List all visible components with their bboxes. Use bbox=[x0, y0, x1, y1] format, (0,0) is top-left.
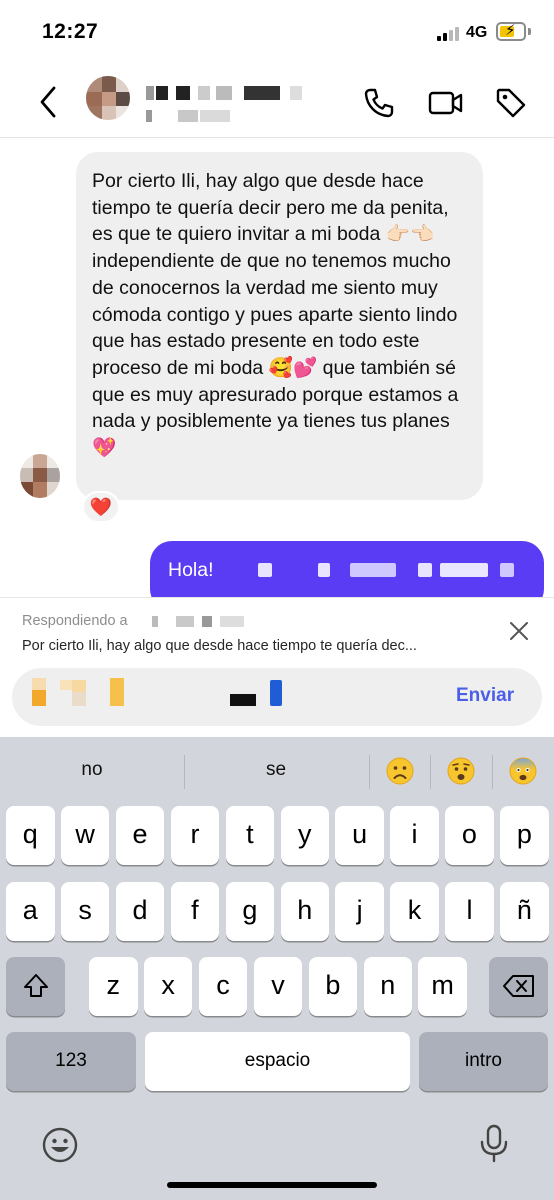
key-u[interactable]: u bbox=[335, 806, 384, 865]
delete-key[interactable] bbox=[489, 957, 548, 1016]
replying-to-name-redacted bbox=[152, 616, 262, 628]
divider bbox=[492, 755, 493, 789]
video-icon[interactable] bbox=[428, 86, 464, 120]
tag-icon[interactable] bbox=[494, 86, 528, 120]
key-y[interactable]: y bbox=[280, 806, 329, 865]
close-icon[interactable] bbox=[508, 620, 530, 642]
key-a[interactable]: a bbox=[6, 882, 55, 941]
key-t[interactable]: t bbox=[225, 806, 275, 865]
suggestion-bar: no se bbox=[0, 737, 554, 805]
heart-reaction[interactable]: ❤️ bbox=[82, 491, 120, 523]
key-x[interactable]: x bbox=[143, 957, 193, 1016]
signal-icon bbox=[437, 26, 461, 41]
frowning-face-icon[interactable] bbox=[386, 757, 414, 785]
key-b[interactable]: b bbox=[308, 957, 358, 1016]
chevron-left-icon[interactable] bbox=[34, 84, 62, 120]
phone-icon[interactable] bbox=[362, 86, 396, 120]
redacted-block bbox=[500, 563, 514, 577]
key-v[interactable]: v bbox=[253, 957, 303, 1016]
reply-snippet-text: Por cierto Ili, hay algo que desde hace … bbox=[22, 638, 417, 654]
key-p[interactable]: p bbox=[500, 806, 549, 865]
key-g[interactable]: g bbox=[225, 882, 275, 941]
keyboard: no se q w e r t y u i o p a s d f g h j … bbox=[0, 737, 554, 1200]
battery-tip bbox=[528, 28, 531, 35]
suggestion-word[interactable]: no bbox=[62, 759, 122, 781]
key-z[interactable]: z bbox=[89, 957, 138, 1016]
anguished-face-icon[interactable] bbox=[447, 757, 475, 785]
reply-preview: Respondiendo a Por cierto Ili, hay algo … bbox=[0, 597, 554, 661]
contact-name-redacted[interactable] bbox=[146, 86, 306, 100]
shift-key[interactable] bbox=[6, 957, 65, 1016]
redacted-block bbox=[418, 563, 432, 577]
key-i[interactable]: i bbox=[390, 806, 439, 865]
key-j[interactable]: j bbox=[335, 882, 384, 941]
message-thread[interactable]: Por cierto Ili, hay algo que desde hace … bbox=[0, 139, 554, 597]
network-type: 4G bbox=[466, 24, 488, 41]
message-input[interactable]: Enviar bbox=[12, 668, 542, 726]
key-w[interactable]: w bbox=[60, 806, 110, 865]
key-k[interactable]: k bbox=[390, 882, 439, 941]
space-key[interactable]: espacio bbox=[145, 1032, 410, 1091]
numbers-key[interactable]: 123 bbox=[6, 1032, 136, 1091]
send-button[interactable]: Enviar bbox=[456, 685, 514, 707]
key-o[interactable]: o bbox=[445, 806, 494, 865]
suggestion-word[interactable]: se bbox=[246, 759, 306, 781]
redacted-block bbox=[440, 563, 488, 577]
key-q[interactable]: q bbox=[6, 806, 55, 865]
status-time: 12:27 bbox=[42, 20, 99, 43]
key-d[interactable]: d bbox=[115, 882, 165, 941]
battery-icon: ⚡ bbox=[496, 22, 526, 41]
key-m[interactable]: m bbox=[418, 957, 467, 1016]
key-e[interactable]: e bbox=[115, 806, 165, 865]
key-s[interactable]: s bbox=[60, 882, 110, 941]
key-l[interactable]: l bbox=[445, 882, 494, 941]
redacted-block bbox=[258, 563, 272, 577]
replying-to-label: Respondiendo a bbox=[22, 613, 128, 629]
contact-username-redacted bbox=[146, 110, 256, 124]
key-ñ[interactable]: ñ bbox=[500, 882, 549, 941]
home-indicator[interactable] bbox=[167, 1182, 377, 1188]
screen: 12:27 4G ⚡ Por cierto Ili, hay algo que … bbox=[0, 0, 554, 1200]
key-n[interactable]: n bbox=[363, 957, 412, 1016]
backspace-icon bbox=[502, 975, 534, 997]
redacted-block bbox=[318, 563, 330, 577]
key-c[interactable]: c bbox=[198, 957, 248, 1016]
key-r[interactable]: r bbox=[170, 806, 220, 865]
incoming-message-bubble[interactable]: Por cierto Ili, hay algo que desde hace … bbox=[76, 152, 483, 500]
divider bbox=[184, 755, 185, 789]
fearful-face-icon[interactable] bbox=[509, 757, 537, 785]
status-bar: 12:27 4G ⚡ bbox=[0, 0, 554, 66]
key-f[interactable]: f bbox=[170, 882, 220, 941]
return-key[interactable]: intro bbox=[419, 1032, 548, 1091]
avatar[interactable] bbox=[86, 76, 130, 120]
outgoing-message-text: Hola! bbox=[168, 559, 214, 581]
divider bbox=[369, 755, 370, 789]
sender-avatar[interactable] bbox=[20, 454, 60, 498]
chat-header bbox=[0, 66, 554, 138]
incoming-message-text: Por cierto Ili, hay algo que desde hace … bbox=[92, 170, 459, 460]
microphone-icon[interactable] bbox=[474, 1123, 514, 1163]
key-h[interactable]: h bbox=[280, 882, 329, 941]
shift-icon bbox=[23, 974, 48, 997]
outgoing-message-bubble[interactable]: Hola! bbox=[150, 541, 544, 597]
redacted-block bbox=[350, 563, 396, 577]
divider bbox=[430, 755, 431, 789]
emoji-keyboard-icon[interactable] bbox=[40, 1125, 80, 1165]
